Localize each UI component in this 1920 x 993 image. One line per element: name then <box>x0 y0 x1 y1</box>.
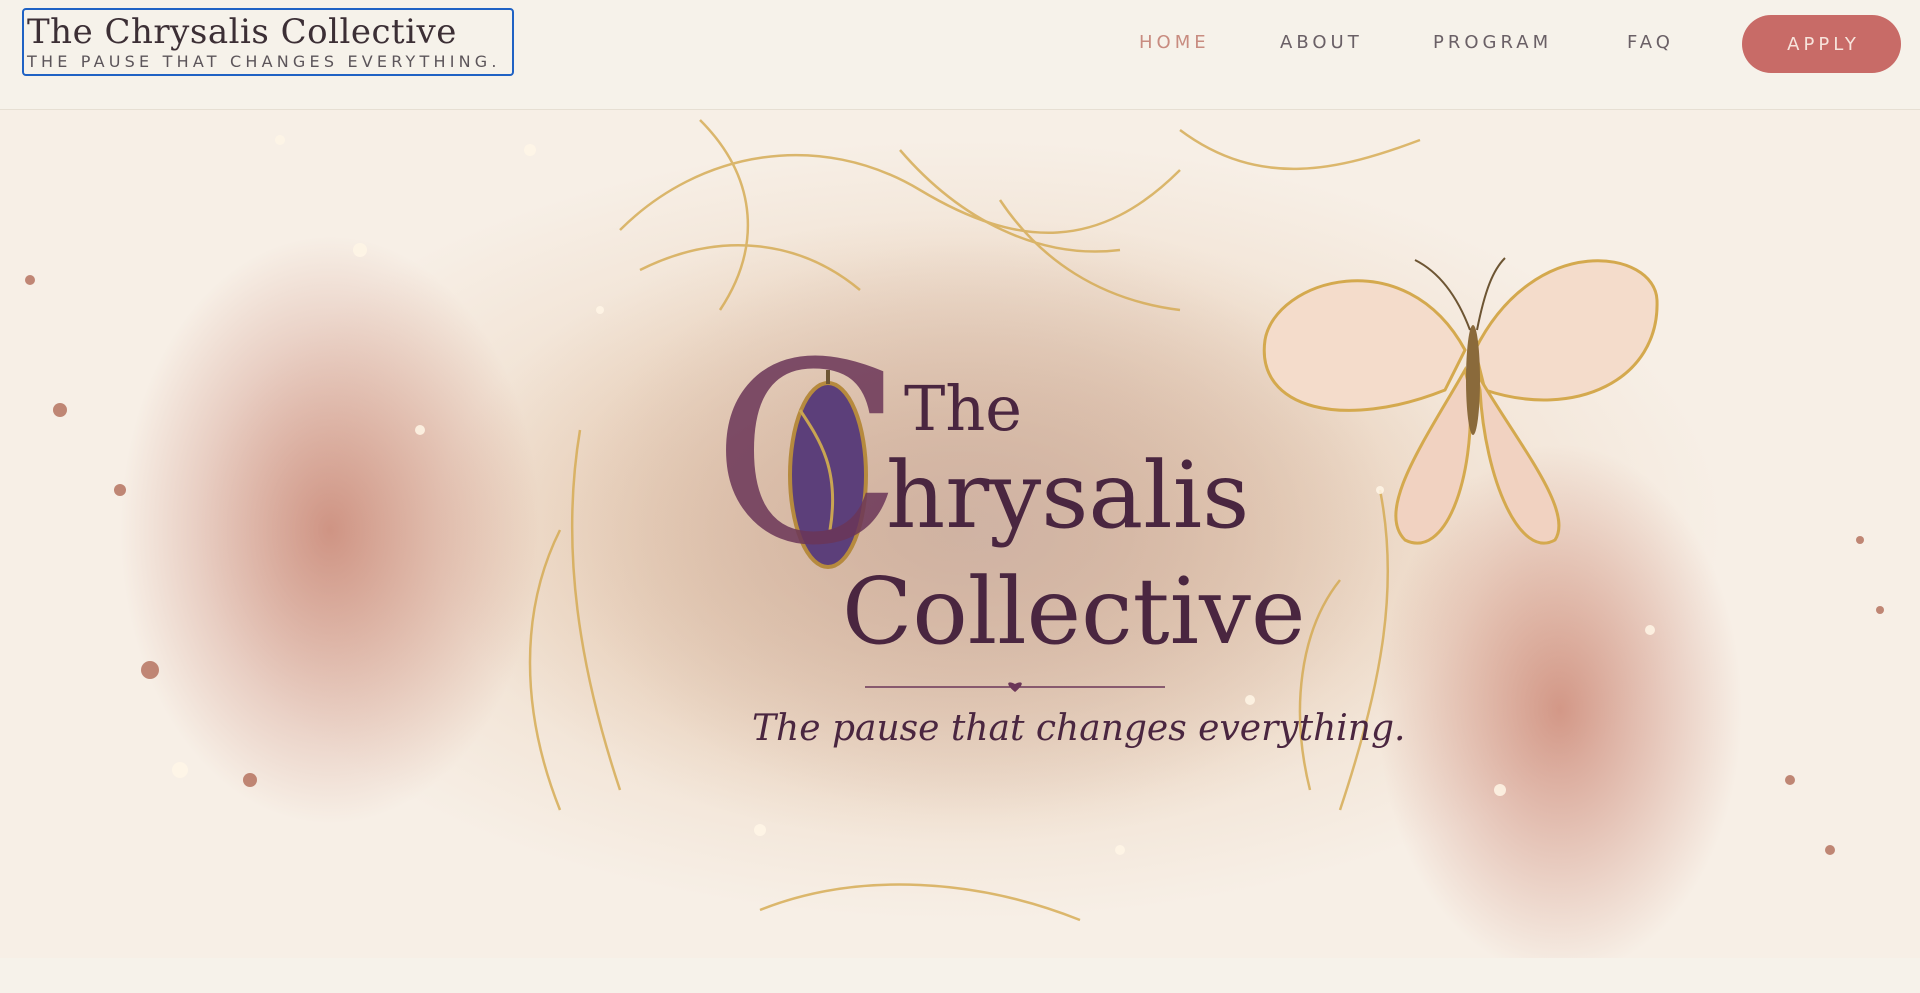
site-header: The Chrysalis Collective THE PAUSE THAT … <box>0 0 1920 110</box>
logo-word-the: The <box>904 372 1022 445</box>
nav-program[interactable]: PROGRAM <box>1433 32 1552 53</box>
site-title: The Chrysalis Collective <box>27 12 457 52</box>
logo-word-hrysalis: hrysalis <box>886 442 1250 549</box>
brand-link[interactable]: The Chrysalis Collective THE PAUSE THAT … <box>22 8 514 76</box>
nav-about[interactable]: ABOUT <box>1280 32 1363 53</box>
apply-button[interactable]: APPLY <box>1742 15 1901 73</box>
page-footer-strip <box>0 958 1920 993</box>
hero-banner: C The hrysalis Collective The pause that… <box>0 110 1920 958</box>
site-tagline: THE PAUSE THAT CHANGES EVERYTHING. <box>27 52 501 71</box>
butterfly-illustration <box>1262 257 1659 545</box>
logo-divider <box>865 682 1165 692</box>
hero-tagline: The pause that changes everything. <box>752 708 1406 749</box>
logo-initial: C <box>712 309 904 600</box>
logo-word-collective: Collective <box>842 558 1306 665</box>
nav-faq[interactable]: FAQ <box>1627 32 1674 53</box>
nav-home[interactable]: HOME <box>1139 32 1210 53</box>
